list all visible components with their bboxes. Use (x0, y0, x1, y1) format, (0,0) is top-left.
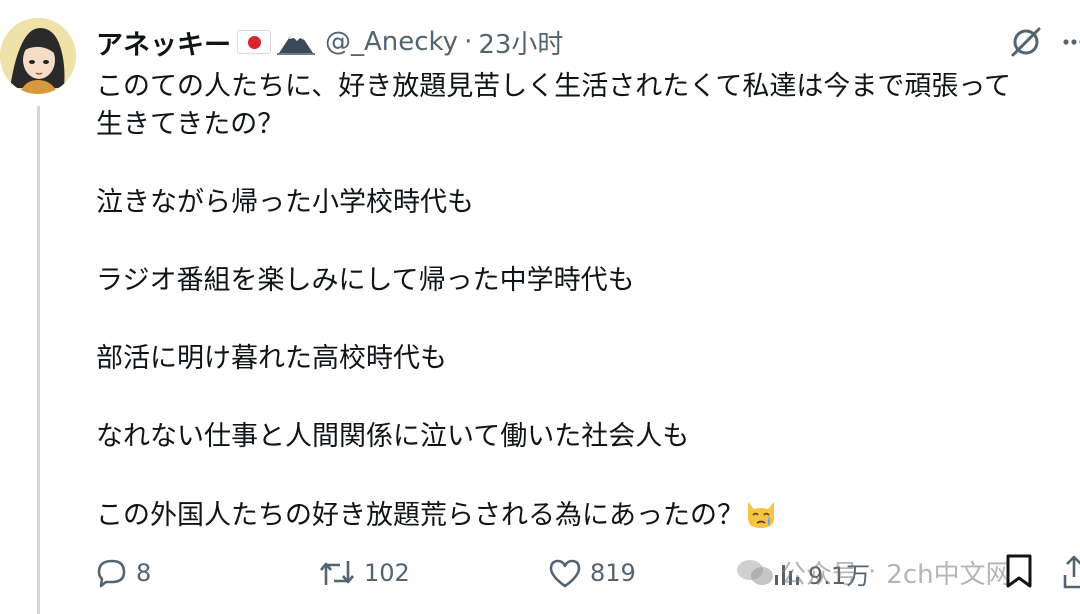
tweet-time[interactable]: 23小时 (478, 24, 563, 61)
reply-button[interactable]: 8 (96, 553, 151, 593)
grok-icon[interactable] (1008, 24, 1044, 60)
header-separator: · (464, 27, 473, 57)
retweet-icon (320, 561, 354, 585)
tweet-header: アネッキー @_Anecky · 23小时 (96, 22, 563, 62)
share-icon[interactable] (1062, 553, 1080, 591)
like-icon (549, 559, 581, 588)
tweet-line: なれない仕事と人間関係に泣いて働いた社会人も (96, 421, 690, 452)
tweet-line: この外国人たちの好き放題荒らされる為にあったの？ (96, 500, 744, 531)
tweet-line: 生きてきたの？ (96, 109, 285, 140)
reply-icon (97, 559, 126, 588)
tweet-line: 泣きながら帰った小学校時代も (96, 187, 474, 218)
retweet-button[interactable]: 102 (318, 553, 410, 593)
like-count: 819 (590, 559, 636, 587)
wechat-icon (737, 560, 773, 585)
reply-count: 8 (136, 559, 152, 587)
bookmark-icon[interactable] (1003, 553, 1035, 589)
tweet-line: このての人たちに、好き放題見苦しく生活されたくて私達は今まで頑張って (96, 71, 1012, 102)
avatar[interactable] (0, 18, 76, 94)
watermark: 公众号 · 2ch中文网 (736, 552, 1012, 592)
more-icon[interactable] (1062, 32, 1080, 52)
avatar-illustration (0, 18, 76, 94)
tweet-line: 部活に明け暮れた高校時代も (96, 343, 447, 374)
like-button[interactable]: 819 (548, 553, 636, 593)
japan-flag-icon (237, 30, 271, 54)
author-handle[interactable]: @_Anecky (325, 27, 458, 57)
tweet-line: ラジオ番組を楽しみにして帰った中学時代も (96, 265, 635, 296)
crying-cat-face-emoji (748, 502, 774, 528)
retweet-count: 102 (364, 559, 410, 587)
tweet-last-line: この外国人たちの好き放題荒らされる為にあったの？ (96, 496, 1080, 535)
thread-line (37, 106, 40, 614)
watermark-separator: · (868, 557, 877, 587)
watermark-text-right: 2ch中文网 (886, 559, 1012, 590)
tweet-text: このての人たちに、好き放題見苦しく生活されたくて私達は今まで頑張って 生きてきた… (96, 68, 1080, 535)
watermark-text-left: 公众号 (780, 559, 859, 590)
author-name[interactable]: アネッキー (96, 23, 231, 62)
mount-fuji-icon (277, 33, 315, 55)
